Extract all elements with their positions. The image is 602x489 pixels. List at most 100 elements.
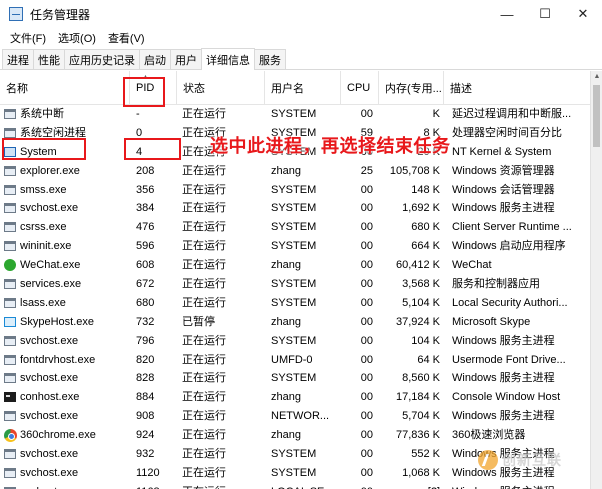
cell-pid: 908 [136,410,155,423]
cell-name: 系统空闲进程 [20,126,86,139]
cell-pid: 356 [136,183,155,196]
cell-user: UMFD-0 [271,353,313,366]
table-row[interactable]: fontdrvhost.exe 820 正在运行 UMFD-0 00 64 K Usermo… [0,351,590,370]
cell-pid: 4 [136,145,143,158]
cell-status: 正在运行 [182,278,226,291]
table-row[interactable]: svchost.exe1168正在运行LOCAL SE...00[?]Windo… [0,483,590,489]
cell-status: 正在运行 [182,391,226,404]
cell-memory: 664 K [411,240,440,253]
cell-status: 正在运行 [182,164,226,177]
cell-pid: - [136,108,140,120]
cell-cpu: 00 [360,202,373,215]
cell-pid: 208 [136,164,155,177]
tab-app-history[interactable]: 应用历史记录 [64,49,140,69]
tab-startup[interactable]: 启动 [139,49,171,69]
cell-name: svchost.exe [20,466,79,479]
cell-status: 正在运行 [182,334,226,347]
table-row[interactable]: smss.exe 356 正在运行 SYSTEM 00 148 K Windows 会话管理… [0,181,590,200]
tutorial-annotation: 选中此进程，再选择结束任务 [210,136,451,157]
cell-status: 正在运行 [182,183,226,196]
cell-name: fontdrvhost.exe [20,353,96,366]
column-header-name[interactable]: 名称 [0,71,130,105]
table-row[interactable]: wininit.exe 596 正在运行 SYSTEM 00 664 K Windows 启… [0,237,590,256]
vertical-scrollbar[interactable]: ▲ [590,71,602,489]
cell-cpu: 00 [360,448,373,461]
cell-memory: 1,692 K [402,202,440,215]
table-row[interactable]: svchost.exe 384 正在运行 SYSTEM 00 1,692 K Windows… [0,199,590,218]
table-row[interactable]: WeChat.exe 608 正在运行 zhang 00 60,412 K WeChat [0,256,590,275]
menu-options[interactable]: 选项(O) [52,30,102,46]
cell-user: LOCAL SE... [265,483,341,489]
menu-view[interactable]: 查看(V) [102,30,151,46]
cell-cpu: 00 [360,334,373,347]
cell-cpu: 00 [360,429,373,442]
maximize-button[interactable]: ☐ [526,0,564,28]
cell-pid: 0 [136,126,143,139]
tab-services[interactable]: 服务 [254,49,286,69]
cell-memory: 105,708 K [389,164,440,177]
table-row[interactable]: 系统中断 - 正在运行 SYSTEM 00 K 延迟过程调用和中断服... [0,105,590,124]
table-row[interactable]: svchost.exe 1120 正在运行 SYSTEM 00 1,068 K Window… [0,464,590,483]
column-header-pid[interactable]: ▲ PID [130,71,177,105]
cell-memory: 680 K [411,221,440,234]
table-row[interactable]: svchost.exe 932 正在运行 SYSTEM 00 552 K Windows 服… [0,445,590,464]
cell-status: 正在运行 [177,483,265,489]
cell-memory: 60,412 K [395,259,440,272]
cell-cpu: 00 [360,240,373,253]
table-row[interactable]: explorer.exe 208 正在运行 zhang 25 105,708 K Windo… [0,162,590,181]
column-header-description[interactable]: 描述 [444,71,590,105]
cell-status: 正在运行 [182,108,226,120]
cell-memory: 8,560 K [402,372,440,385]
table-row[interactable]: services.exe 672 正在运行 SYSTEM 00 3,568 K 服务和控制器… [0,275,590,294]
scroll-up-icon[interactable]: ▲ [591,71,602,83]
column-header-status[interactable]: 状态 [177,71,265,105]
cell-status: 正在运行 [182,448,226,461]
cell-description: Usermode Font Drive... [452,353,566,366]
close-button[interactable]: ✕ [564,0,602,28]
cell-user: SYSTEM [271,448,317,461]
table-body: 系统中断 - 正在运行 SYSTEM 00 K 延迟过程调用和中断服... 系统空闲进程 0 正在… [0,105,590,489]
table-row[interactable]: lsass.exe 680 正在运行 SYSTEM 00 5,104 K Local Sec… [0,294,590,313]
cell-description: Windows 服务主进程 [452,466,555,479]
column-header-pid-label: PID [136,82,155,94]
column-header-user[interactable]: 用户名 [265,71,341,105]
minimize-button[interactable]: — [488,0,526,28]
cell-cpu: 00 [360,391,373,404]
cell-user: zhang [271,429,301,442]
cell-name: svchost.exe [20,202,79,215]
tab-users[interactable]: 用户 [170,49,202,69]
cell-name: explorer.exe [20,164,80,177]
cell-status: 正在运行 [182,353,226,366]
table-row[interactable]: SkypeHost.exe 732 已暂停 zhang 00 37,924 K Micros… [0,313,590,332]
column-header-user-label: 用户名 [271,83,304,95]
cell-memory: 5,704 K [402,410,440,423]
cell-status: 正在运行 [182,410,226,423]
table-row[interactable]: conhost.exe 884 正在运行 zhang 00 17,184 K Console… [0,388,590,407]
cell-memory: 17,184 K [395,391,440,404]
column-header-memory[interactable]: 内存(专用... [379,71,444,105]
scroll-thumb[interactable] [593,85,600,147]
table-row[interactable]: svchost.exe 796 正在运行 SYSTEM 00 104 K Windows 服… [0,332,590,351]
tab-details[interactable]: 详细信息 [201,48,255,70]
cell-pid: 680 [136,296,155,309]
column-header-cpu[interactable]: CPU [341,71,379,105]
table-row[interactable]: svchost.exe 828 正在运行 SYSTEM 00 8,560 K Windows… [0,369,590,388]
tab-performance[interactable]: 性能 [33,49,65,69]
table-row[interactable]: csrss.exe 476 正在运行 SYSTEM 00 680 K Client Serv… [0,218,590,237]
cell-user: SYSTEM [271,240,317,253]
cell-name: services.exe [20,278,82,291]
cell-name: svchost.exe [0,483,130,489]
cell-name: svchost.exe [20,410,79,423]
tab-bar: 进程 性能 应用历史记录 启动 用户 详细信息 服务 [0,48,602,70]
table-row[interactable]: 360chrome.exe 924 正在运行 zhang 00 77,836 K 360极速… [0,426,590,445]
table-row[interactable]: svchost.exe 908 正在运行 NETWOR... 00 5,704 K Wind… [0,407,590,426]
tab-processes[interactable]: 进程 [2,49,34,69]
cell-description: Console Window Host [452,391,561,404]
cell-cpu: 00 [360,353,373,366]
cell-user: SYSTEM [271,108,317,120]
cell-description: Windows 服务主进程 [452,448,555,461]
menu-file[interactable]: 文件(F) [4,30,52,46]
cell-name: wininit.exe [20,240,72,253]
cell-description: 延迟过程调用和中断服... [452,108,572,120]
cell-description: 处理器空闲时间百分比 [452,126,562,139]
